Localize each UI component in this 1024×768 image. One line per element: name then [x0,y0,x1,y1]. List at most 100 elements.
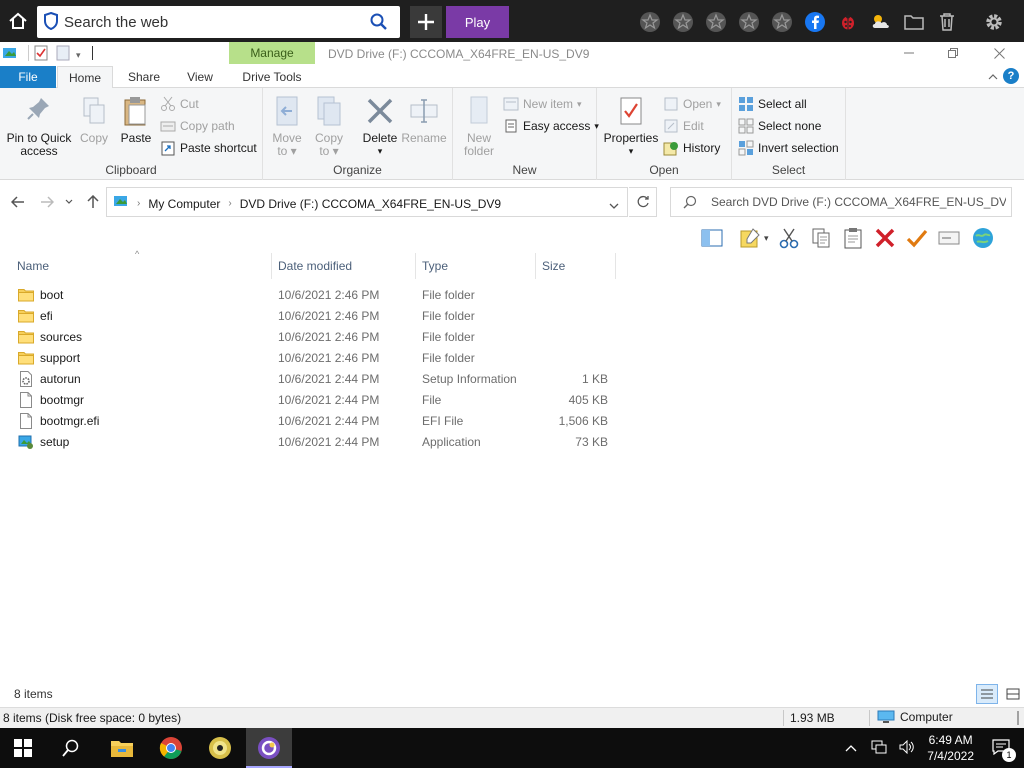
open-button[interactable]: Open ▾ [663,94,721,114]
table-row[interactable]: setup 10/6/2021 2:44 PM Application 73 K… [0,431,1024,452]
table-row[interactable]: sources 10/6/2021 2:46 PM File folder [0,326,1024,347]
taskbar-dvd-player[interactable] [197,728,243,768]
checkmark-icon[interactable] [905,226,929,250]
resize-grip-icon[interactable] [1016,711,1020,728]
paste-button[interactable]: Paste [116,94,156,145]
move-to-label-line2: to ▾ [277,144,297,158]
column-type[interactable]: Type [416,253,536,279]
address-dropdown-icon[interactable] [609,199,619,213]
facebook-icon[interactable] [801,8,829,36]
star-icon[interactable] [735,8,763,36]
file-date: 10/6/2021 2:46 PM [278,287,380,302]
customize-chevron-icon[interactable]: ▾ [76,50,81,61]
tab-share[interactable]: Share [118,66,170,88]
computer-icon [877,710,895,723]
scissors-icon[interactable] [777,226,801,250]
star-icon[interactable] [768,8,796,36]
star-icon[interactable] [702,8,730,36]
table-row[interactable]: efi 10/6/2021 2:46 PM File folder [0,305,1024,326]
play-button[interactable]: Play [446,6,509,38]
taskbar-chrome[interactable] [148,728,194,768]
tab-file[interactable]: File [0,66,56,88]
large-icons-view-button[interactable] [1002,684,1024,704]
web-search-input[interactable] [64,10,364,34]
home-icon[interactable] [4,7,32,35]
clipboard-icon[interactable] [841,226,865,250]
new-folder-button[interactable]: New folder [457,94,501,158]
rename-field-icon[interactable] [937,226,961,250]
weather-icon[interactable] [867,8,895,36]
cut-button[interactable]: Cut [160,94,199,114]
new-note-icon[interactable] [738,226,762,250]
notifications-icon[interactable]: 1 [992,738,1016,762]
forward-button[interactable] [37,192,57,212]
select-none-button[interactable]: Select none [738,116,821,136]
minimize-button[interactable] [886,42,932,64]
close-button[interactable] [976,42,1022,64]
ladybug-icon[interactable] [834,8,862,36]
folder-search-input[interactable] [711,194,1006,210]
details-view-button[interactable] [976,684,998,704]
easy-access-button[interactable]: Easy access ▾ [503,116,599,136]
rename-button[interactable]: Rename [401,94,447,145]
clock[interactable]: 6:49 AM 7/4/2022 [927,732,974,764]
globe-icon[interactable] [971,226,995,250]
new-tab-button[interactable] [410,6,442,38]
star-icon[interactable] [636,8,664,36]
help-icon[interactable]: ? [1003,68,1019,84]
properties-button[interactable]: Properties ▾ [601,94,661,158]
table-row[interactable]: boot 10/6/2021 2:46 PM File folder [0,284,1024,305]
copy-icon[interactable] [809,226,833,250]
tab-manage[interactable]: Manage [229,42,315,64]
star-icon[interactable] [669,8,697,36]
delete-icon[interactable] [873,226,897,250]
network-icon[interactable] [871,740,887,757]
collapse-ribbon-icon[interactable] [988,70,998,84]
column-date-modified[interactable]: Date modified [272,253,416,279]
show-hidden-icons-icon[interactable] [845,741,857,755]
refresh-button[interactable] [629,187,657,217]
column-name[interactable]: Name ^ [11,249,272,279]
edit-button[interactable]: Edit [663,116,704,136]
tab-drive-tools[interactable]: Drive Tools [230,66,314,88]
up-button[interactable] [83,192,103,212]
breadcrumb-my-computer[interactable]: My Computer [148,197,220,211]
taskbar-search-button[interactable] [48,728,94,768]
tab-view[interactable]: View [174,66,226,88]
move-to-button[interactable]: Move to ▾ [269,94,305,158]
file-name: boot [40,287,64,302]
taskbar-file-explorer[interactable] [99,728,145,768]
delete-button[interactable]: Delete ▾ [359,94,401,158]
copy-button[interactable]: Copy [76,94,112,145]
table-row[interactable]: bootmgr.efi 10/6/2021 2:44 PM EFI File 1… [0,410,1024,431]
search-icon[interactable] [370,13,388,34]
preview-pane-icon[interactable] [700,226,724,250]
folder-icon[interactable] [900,8,928,36]
paste-shortcut-button[interactable]: Paste shortcut [160,138,257,158]
invert-selection-button[interactable]: Invert selection [738,138,839,158]
table-row[interactable]: autorun 10/6/2021 2:44 PM Setup Informat… [0,368,1024,389]
volume-icon[interactable] [899,739,915,757]
copy-to-button[interactable]: Copy to ▾ [311,94,347,158]
properties-quick-icon[interactable] [34,45,48,64]
trash-icon[interactable] [933,8,961,36]
table-row[interactable]: support 10/6/2021 2:46 PM File folder [0,347,1024,368]
taskbar-active-app[interactable] [246,728,292,768]
copy-path-button[interactable]: Copy path [160,116,235,136]
breadcrumb-dvd-drive[interactable]: DVD Drive (F:) CCCOMA_X64FRE_EN-US_DV9 [240,197,501,211]
restore-button[interactable] [930,42,976,64]
pin-quick-access-button[interactable]: Pin to Quick access [4,94,74,158]
select-all-button[interactable]: Select all [738,94,807,114]
gear-icon[interactable] [980,8,1008,36]
new-folder-quick-icon[interactable] [56,45,70,64]
start-button[interactable] [0,728,46,768]
tab-home[interactable]: Home [57,66,113,89]
address-bar[interactable]: › My Computer › DVD Drive (F:) CCCOMA_X6… [106,187,628,217]
history-button[interactable]: History [663,138,720,158]
note-dropdown-icon[interactable]: ▾ [764,233,769,244]
recent-locations-button[interactable] [62,192,76,212]
table-row[interactable]: bootmgr 10/6/2021 2:44 PM File 405 KB [0,389,1024,410]
back-button[interactable] [8,192,28,212]
column-size[interactable]: Size [536,253,616,279]
new-item-button[interactable]: New item ▾ [503,94,582,114]
